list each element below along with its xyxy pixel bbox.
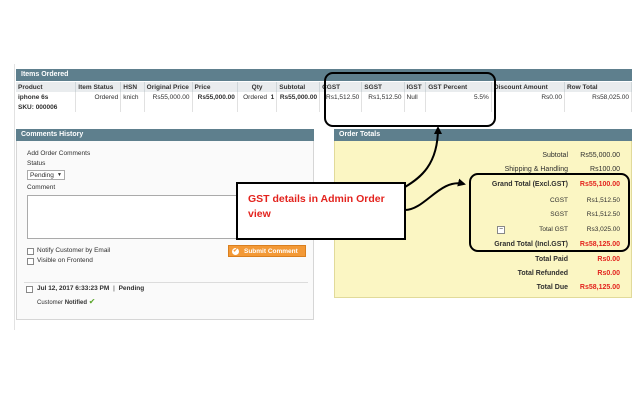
arrow-to-columns [404, 126, 442, 188]
gst-totals-highlight [469, 173, 630, 252]
gst-columns-highlight [324, 72, 496, 127]
arrow-to-totals [404, 178, 466, 211]
annotation-text: GST details in Admin Order view [248, 193, 385, 220]
